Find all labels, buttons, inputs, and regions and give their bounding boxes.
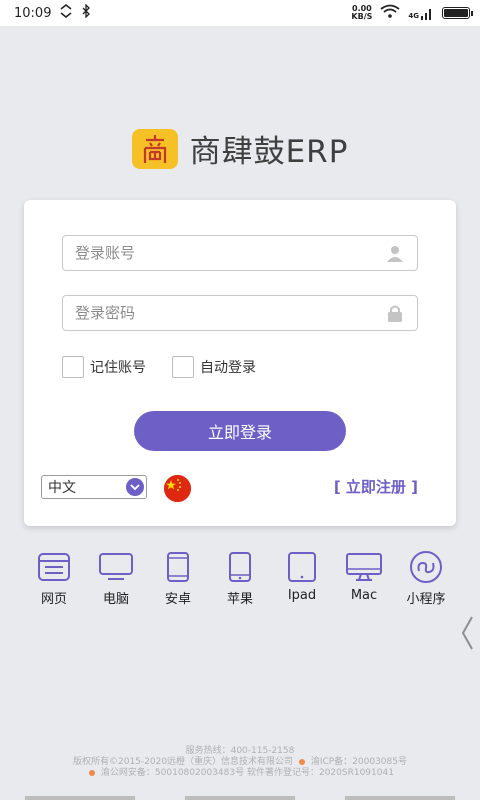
lock-icon <box>385 303 405 323</box>
remember-account-checkbox[interactable]: 记住账号 <box>62 356 146 378</box>
auto-login-checkbox[interactable]: 自动登录 <box>172 356 256 378</box>
platform-label: 苹果 <box>226 592 253 607</box>
iphone-icon <box>220 550 260 584</box>
signal-icon: 4G <box>408 6 434 20</box>
platform-mini-program[interactable]: 小程序 <box>400 550 452 607</box>
login-card: 记住账号 自动登录 立即登录 中文 [ 立即注册 ] <box>24 200 456 526</box>
remember-account-label: 记住账号 <box>90 360 146 376</box>
chevron-left-icon[interactable] <box>460 615 474 655</box>
password-field[interactable] <box>62 295 418 331</box>
registration-line: 渝公网安备：50010802003483号 软件著作登记号：2020SR1091… <box>0 768 480 779</box>
platform-iphone[interactable]: 苹果 <box>214 550 266 607</box>
account-field[interactable] <box>62 235 418 271</box>
language-value: 中文 <box>48 480 76 496</box>
china-flag-icon[interactable] <box>164 475 191 502</box>
user-icon <box>385 243 405 263</box>
battery-icon <box>442 7 473 19</box>
tablet-icon <box>282 550 322 584</box>
android-phone-icon <box>158 550 198 584</box>
status-time: 10:09 <box>14 5 52 21</box>
platform-label: 网页 <box>40 592 67 607</box>
app-title: 商肆鼓ERP <box>189 134 349 170</box>
status-bar: 10:09 0.00 KB/S 4G <box>0 0 480 26</box>
copyright-line: 版权所有©2015-2020远橙（重庆）信息技术有限公司 渝ICP备：20003… <box>73 757 407 767</box>
sync-icon <box>59 4 73 22</box>
footer: 服务热线：400-115-2158 版权所有©2015-2020远橙（重庆）信息… <box>0 746 480 779</box>
platform-list: 网页 电脑 安卓 苹果 Ipad Mac 小程序 <box>28 550 452 607</box>
desktop-icon <box>96 550 136 584</box>
platform-ipad[interactable]: Ipad <box>276 550 328 607</box>
platform-label: 小程序 <box>406 592 446 607</box>
auto-login-label: 自动登录 <box>200 360 256 376</box>
password-input[interactable] <box>75 304 385 322</box>
platform-android[interactable]: 安卓 <box>152 550 204 607</box>
platform-label: Ipad <box>287 588 317 603</box>
checkbox-box[interactable] <box>172 356 194 378</box>
platform-desktop[interactable]: 电脑 <box>90 550 142 607</box>
mini-program-icon <box>406 550 446 584</box>
app-logo: 商肆鼓ERP <box>0 126 480 171</box>
mac-icon <box>344 550 384 584</box>
logo-badge-icon <box>131 128 178 169</box>
platform-label: Mac <box>350 588 378 603</box>
login-options: 记住账号 自动登录 <box>62 356 256 378</box>
register-link[interactable]: [ 立即注册 ] <box>334 476 418 497</box>
platform-label: 电脑 <box>102 592 129 607</box>
login-button[interactable]: 立即登录 <box>134 411 346 451</box>
bluetooth-icon <box>81 3 91 22</box>
police-badge-icon <box>298 758 305 765</box>
browser-icon <box>34 550 74 584</box>
police-badge-icon <box>89 769 96 776</box>
platform-web[interactable]: 网页 <box>28 550 80 607</box>
network-speed: 0.00 KB/S <box>351 4 373 21</box>
language-select[interactable]: 中文 <box>41 475 147 499</box>
platform-mac[interactable]: Mac <box>338 550 390 607</box>
chevron-down-icon <box>126 478 144 496</box>
checkbox-box[interactable] <box>62 356 84 378</box>
wifi-icon <box>380 4 400 22</box>
service-hotline: 服务热线：400-115-2158 <box>185 746 295 756</box>
bottom-divider <box>0 796 480 800</box>
account-input[interactable] <box>75 244 385 262</box>
platform-label: 安卓 <box>164 592 191 607</box>
